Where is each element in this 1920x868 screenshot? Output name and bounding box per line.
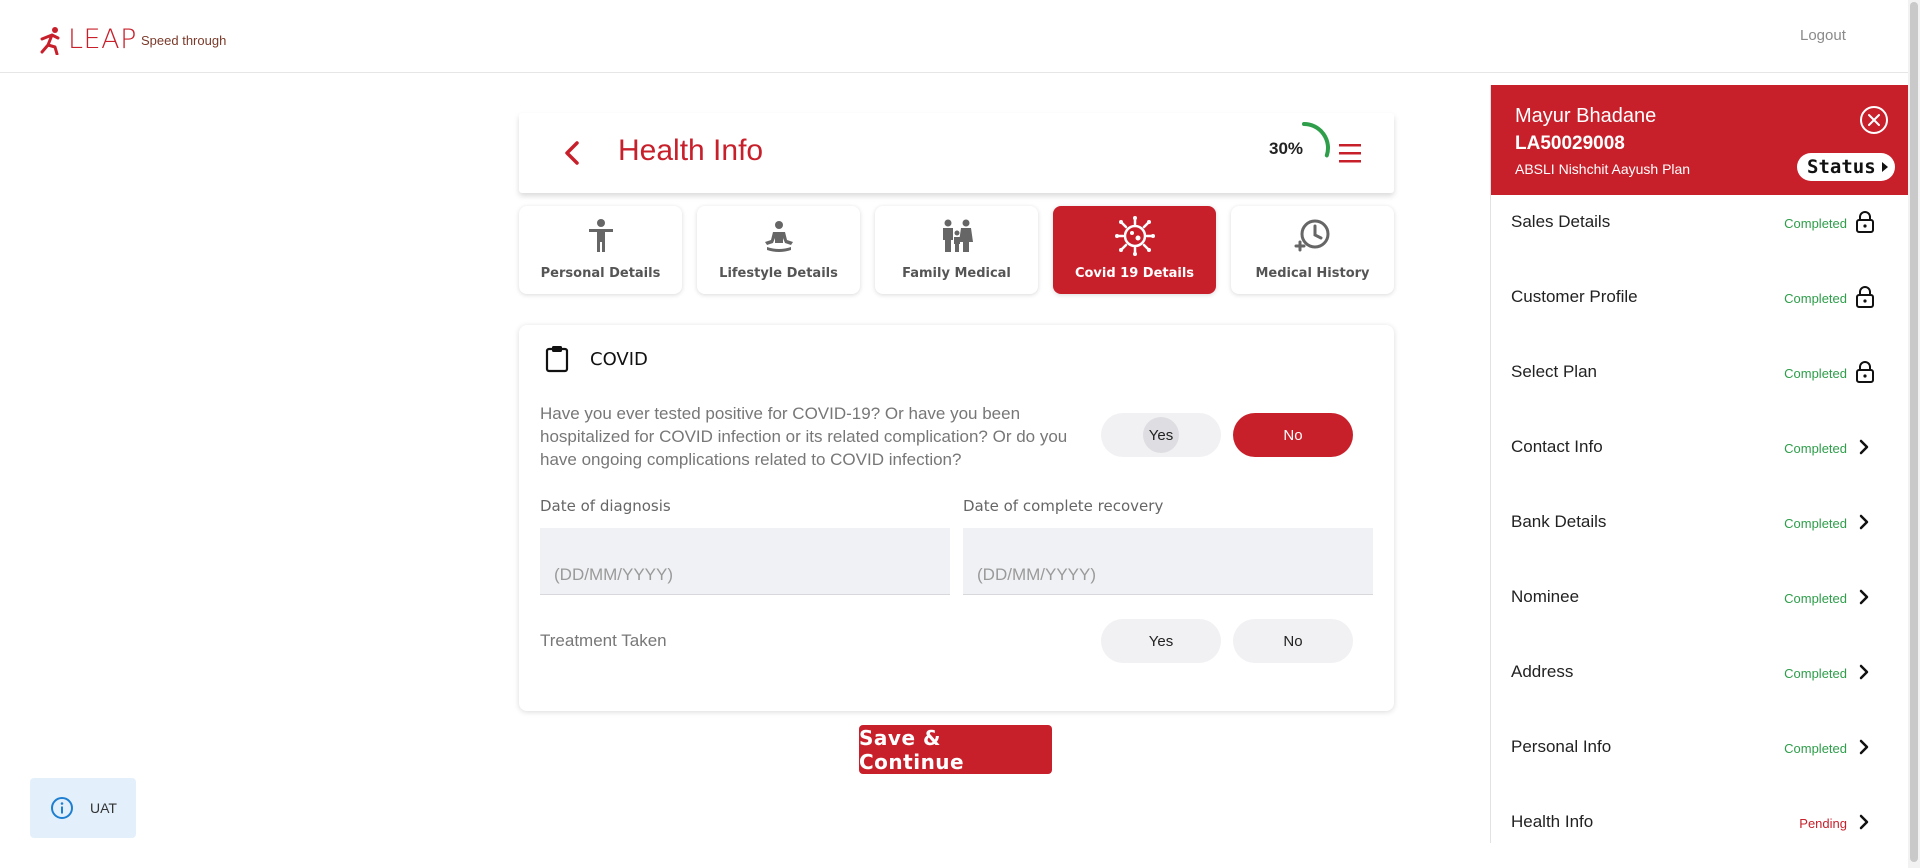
health-tabs: Personal Details Lifestyle Details Famil… <box>519 206 1394 294</box>
step-label: Personal Info <box>1511 737 1612 756</box>
no-label: No <box>1283 632 1303 650</box>
application-side-panel: Mayur Bhadane LA50029008 ABSLI Nishchit … <box>1490 85 1908 843</box>
treatment-yes-button[interactable]: Yes <box>1101 619 1221 663</box>
step-item-address[interactable]: Address Completed <box>1491 645 1908 720</box>
tab-medical-history[interactable]: Medical History <box>1231 206 1394 294</box>
status-label: Status <box>1807 156 1876 178</box>
treatment-taken-label: Treatment Taken <box>540 631 667 650</box>
tab-label: Personal Details <box>540 266 661 281</box>
covid-yes-button[interactable]: Yes <box>1101 413 1221 457</box>
application-id: LA50029008 <box>1515 133 1625 154</box>
step-status: Completed <box>1784 366 1847 381</box>
virus-icon <box>1114 216 1155 256</box>
customer-name: Mayur Bhadane <box>1515 105 1657 127</box>
chevron-right-icon <box>1859 664 1869 680</box>
yes-label: Yes <box>1148 632 1174 650</box>
step-item-contact-info[interactable]: Contact Info Completed <box>1491 420 1908 495</box>
step-status: Completed <box>1784 291 1847 306</box>
step-label: Bank Details <box>1511 512 1607 531</box>
step-label: Contact Info <box>1511 437 1603 456</box>
family-icon <box>942 219 973 252</box>
back-arrow-icon[interactable] <box>559 139 585 167</box>
section-title: COVID <box>590 349 648 370</box>
history-icon <box>1294 219 1329 252</box>
brand-tagline: Speed through <box>141 33 227 48</box>
panel-header: Mayur Bhadane LA50029008 ABSLI Nishchit … <box>1491 85 1908 195</box>
covid-section-card: COVID Have you ever tested positive for … <box>519 325 1394 711</box>
diagnosis-date-label: Date of diagnosis <box>540 497 671 515</box>
tab-label: Medical History <box>1255 266 1370 281</box>
step-item-health-info[interactable]: Health Info Pending <box>1491 795 1908 843</box>
lock-icon <box>1856 211 1874 233</box>
step-status: Pending <box>1799 816 1847 831</box>
tab-personal-details[interactable]: Personal Details <box>519 206 682 294</box>
logout-link[interactable]: Logout <box>1800 27 1846 44</box>
step-status: Completed <box>1784 666 1847 681</box>
covid-no-button[interactable]: No <box>1233 413 1353 457</box>
chevron-right-icon <box>1859 439 1869 455</box>
step-item-nominee[interactable]: Nominee Completed <box>1491 570 1908 645</box>
info-icon <box>51 797 73 819</box>
save-continue-button[interactable]: Save & Continue <box>859 725 1052 774</box>
leap-logo[interactable]: LEAP <box>38 24 137 55</box>
environment-badge[interactable]: UAT <box>30 778 136 838</box>
step-item-bank-details[interactable]: Bank Details Completed <box>1491 495 1908 570</box>
lock-icon <box>1856 286 1874 308</box>
yes-label: Yes <box>1148 426 1174 444</box>
tab-label: Lifestyle Details <box>719 266 838 281</box>
tab-family-medical[interactable]: Family Medical <box>875 206 1038 294</box>
no-label: No <box>1283 426 1303 444</box>
diagnosis-date-input[interactable] <box>540 528 950 595</box>
step-label: Sales Details <box>1511 212 1611 231</box>
step-item-sales-details[interactable]: Sales Details Completed <box>1491 195 1908 270</box>
top-bar: LEAP Speed through Logout <box>0 0 1908 73</box>
health-info-header: Health Info 30% <box>519 113 1394 193</box>
step-item-personal-info[interactable]: Personal Info Completed <box>1491 720 1908 795</box>
runner-icon <box>40 26 60 55</box>
step-label: Health Info <box>1511 812 1594 831</box>
close-icon[interactable] <box>1859 105 1889 135</box>
step-status: Completed <box>1784 441 1847 456</box>
covid-question: Have you ever tested positive for COVID-… <box>540 404 1068 469</box>
person-icon <box>588 219 613 252</box>
hamburger-menu-icon[interactable] <box>1337 141 1363 165</box>
step-label: Select Plan <box>1511 362 1597 381</box>
clipboard-icon <box>545 346 569 373</box>
tab-lifestyle-details[interactable]: Lifestyle Details <box>697 206 860 294</box>
step-status: Completed <box>1784 741 1847 756</box>
chevron-right-icon <box>1859 739 1869 755</box>
progress-percent: 30% <box>1269 139 1304 158</box>
step-label: Customer Profile <box>1511 287 1638 306</box>
recovery-date-input[interactable] <box>963 528 1373 595</box>
brand-name: LEAP <box>68 24 137 55</box>
step-label: Address <box>1511 662 1574 681</box>
chevron-right-icon <box>1859 589 1869 605</box>
environment-label: UAT <box>90 800 117 816</box>
treatment-no-button[interactable]: No <box>1233 619 1353 663</box>
recovery-date-label: Date of complete recovery <box>963 497 1164 515</box>
chevron-right-icon <box>1859 514 1869 530</box>
status-button[interactable]: Status <box>1797 153 1895 181</box>
lock-icon <box>1856 361 1874 383</box>
tab-covid-19-details[interactable]: Covid 19 Details <box>1053 206 1216 294</box>
step-status: Completed <box>1784 591 1847 606</box>
meditation-icon <box>764 221 793 252</box>
page-title: Health Info <box>618 134 764 167</box>
step-item-customer-profile[interactable]: Customer Profile Completed <box>1491 270 1908 345</box>
step-status: Completed <box>1784 216 1847 231</box>
plan-name: ABSLI Nishchit Aayush Plan <box>1515 161 1691 177</box>
step-list: Sales Details Completed Customer Profile… <box>1491 195 1908 843</box>
tab-label: Family Medical <box>902 266 1011 281</box>
page-scrollbar[interactable] <box>1908 0 1920 868</box>
tab-label: Covid 19 Details <box>1074 266 1195 281</box>
step-label: Nominee <box>1511 587 1580 606</box>
step-status: Completed <box>1784 516 1847 531</box>
scrollbar-thumb[interactable] <box>1910 2 1918 862</box>
step-item-select-plan[interactable]: Select Plan Completed <box>1491 345 1908 420</box>
caret-right-icon <box>1882 162 1888 172</box>
chevron-right-icon <box>1859 814 1869 830</box>
